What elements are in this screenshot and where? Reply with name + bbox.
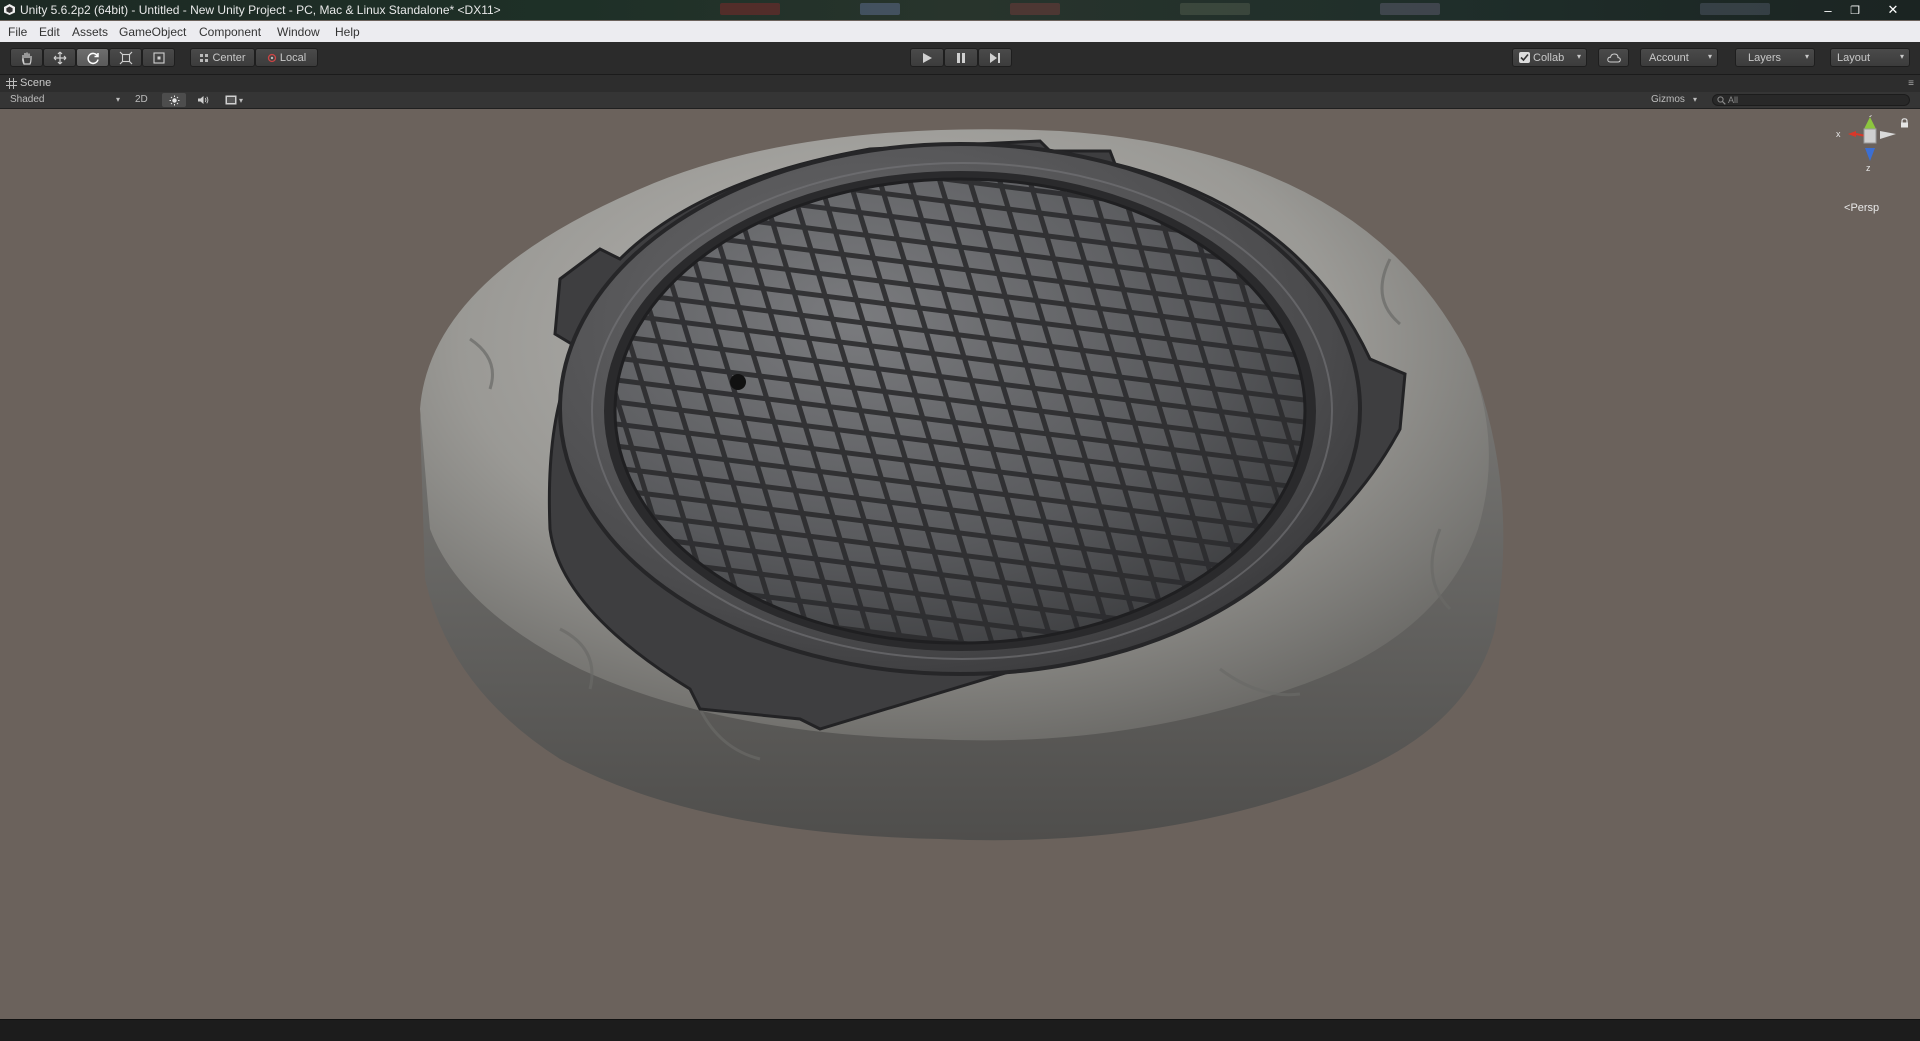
lift-hole: [730, 374, 746, 390]
scene-view-controls: Shaded ▾ 2D ▾ Gizmos ▾ All: [0, 92, 1920, 109]
move-tool-button[interactable]: [43, 48, 76, 67]
draw-mode-dropdown[interactable]: Shaded: [10, 94, 44, 105]
axis-y-label: y: [1869, 115, 1874, 117]
pivot-center-icon: [200, 53, 209, 62]
chevron-down-icon: ▾: [1899, 52, 1904, 61]
menu-gameobject[interactable]: GameObject: [119, 25, 186, 39]
tab-scene-label: Scene: [20, 77, 52, 89]
manhole-cover-model: [420, 129, 1504, 841]
rotate-tool-button[interactable]: [76, 48, 109, 67]
menu-file[interactable]: File: [8, 25, 27, 39]
scale-icon: [119, 51, 132, 64]
pivot-mode-button[interactable]: Center: [190, 48, 255, 67]
axis-y-cone[interactable]: [1864, 117, 1876, 129]
chevron-down-icon: ▾: [1707, 52, 1712, 61]
rect-tool-button[interactable]: [142, 48, 175, 67]
tab-options-menu-icon[interactable]: ≡: [1908, 78, 1914, 89]
gizmos-dropdown[interactable]: Gizmos: [1651, 94, 1685, 105]
step-button[interactable]: [978, 48, 1012, 67]
gizmo-center-cube[interactable]: [1863, 128, 1877, 144]
pivot-mode-label: Center: [212, 51, 246, 64]
scene-grid-icon: [6, 77, 17, 89]
title-bar-decoration: [1380, 3, 1440, 15]
chevron-down-icon: ▾: [1804, 52, 1809, 61]
search-placeholder: All: [1728, 95, 1739, 105]
restore-button[interactable]: ❐: [1842, 0, 1868, 20]
window-title: Unity 5.6.2p2 (64bit) - Untitled - New U…: [20, 3, 501, 17]
layers-dropdown[interactable]: Layers ▾: [1735, 48, 1815, 67]
lock-icon[interactable]: [1900, 118, 1909, 128]
2d-toggle[interactable]: 2D: [135, 94, 148, 105]
hand-icon: [21, 52, 32, 65]
image-effects-icon: [225, 95, 237, 105]
layers-label: Layers: [1748, 51, 1782, 64]
pivot-rotation-label: Local: [279, 51, 307, 64]
tab-scene[interactable]: Scene: [6, 77, 51, 89]
status-bar: [0, 1019, 1920, 1041]
pivot-rotation-button[interactable]: Local: [255, 48, 318, 67]
menu-window[interactable]: Window: [277, 25, 320, 39]
close-button[interactable]: ✕: [1880, 0, 1906, 20]
pause-icon: [957, 52, 965, 63]
window-title-bar: Unity 5.6.2p2 (64bit) - Untitled - New U…: [0, 0, 1920, 20]
unity-logo-icon: [4, 4, 15, 15]
speaker-icon: [198, 96, 209, 104]
menu-edit[interactable]: Edit: [39, 25, 60, 39]
collab-dropdown[interactable]: Collab ▾: [1512, 48, 1587, 67]
title-bar-decoration: [1180, 3, 1250, 15]
chevron-down-icon: ▾: [238, 95, 243, 105]
title-bar-decoration: [1010, 3, 1060, 15]
persp-label: Persp: [1850, 202, 1880, 214]
chevron-down-icon: ▾: [116, 95, 121, 104]
hierarchy-search-input[interactable]: All: [1712, 94, 1910, 106]
layout-label: Layout: [1837, 51, 1871, 64]
layout-dropdown[interactable]: Layout ▾: [1830, 48, 1910, 67]
title-bar-decoration: [1700, 3, 1770, 15]
move-icon: [53, 51, 66, 64]
axis-neg-x-cone[interactable]: [1880, 131, 1896, 139]
menu-help[interactable]: Help: [335, 25, 360, 39]
local-space-icon: [267, 53, 276, 62]
minimize-button[interactable]: –: [1815, 0, 1841, 20]
step-icon: [990, 52, 1000, 63]
axis-z-label: z: [1866, 163, 1871, 173]
sun-icon: [169, 95, 179, 105]
title-bar-decoration: [720, 3, 780, 15]
rect-transform-icon: [152, 51, 165, 64]
scale-tool-button[interactable]: [109, 48, 142, 67]
axis-x-label: x: [1836, 129, 1841, 139]
title-bar-decoration: [860, 3, 900, 15]
main-toolbar: Center Local Collab ▾ Account ▾ Layers ▾…: [0, 42, 1920, 75]
rotate-icon: [86, 52, 99, 64]
chevron-down-icon: ▾: [1693, 95, 1698, 104]
cloud-icon: [1606, 52, 1621, 62]
scene-tab-strip: Scene ≡: [0, 75, 1920, 92]
account-label: Account: [1649, 51, 1689, 64]
cloud-button[interactable]: [1598, 48, 1629, 67]
pause-button[interactable]: [944, 48, 978, 67]
hand-tool-button[interactable]: [10, 48, 43, 67]
play-icon: [923, 52, 932, 63]
axis-z-cone[interactable]: [1865, 148, 1875, 161]
audio-toggle[interactable]: [192, 93, 214, 107]
collab-label: Collab: [1533, 51, 1565, 64]
lighting-toggle[interactable]: [162, 93, 186, 107]
account-dropdown[interactable]: Account ▾: [1640, 48, 1718, 67]
play-button[interactable]: [910, 48, 944, 67]
menu-assets[interactable]: Assets: [72, 25, 108, 39]
projection-toggle[interactable]: <Persp: [1844, 202, 1879, 214]
chevron-down-icon: ▾: [1576, 52, 1581, 61]
menu-component[interactable]: Component: [199, 25, 261, 39]
orientation-gizmo[interactable]: y x z: [1820, 115, 1920, 215]
checkmark-icon: [1519, 52, 1530, 63]
search-icon: [1717, 96, 1726, 105]
effects-toggle[interactable]: ▾: [219, 93, 249, 107]
menu-bar: File Edit Assets GameObject Component Wi…: [0, 21, 1920, 43]
scene-viewport[interactable]: y x z <Persp: [0, 109, 1920, 1018]
axis-x-cone[interactable]: [1848, 131, 1856, 137]
